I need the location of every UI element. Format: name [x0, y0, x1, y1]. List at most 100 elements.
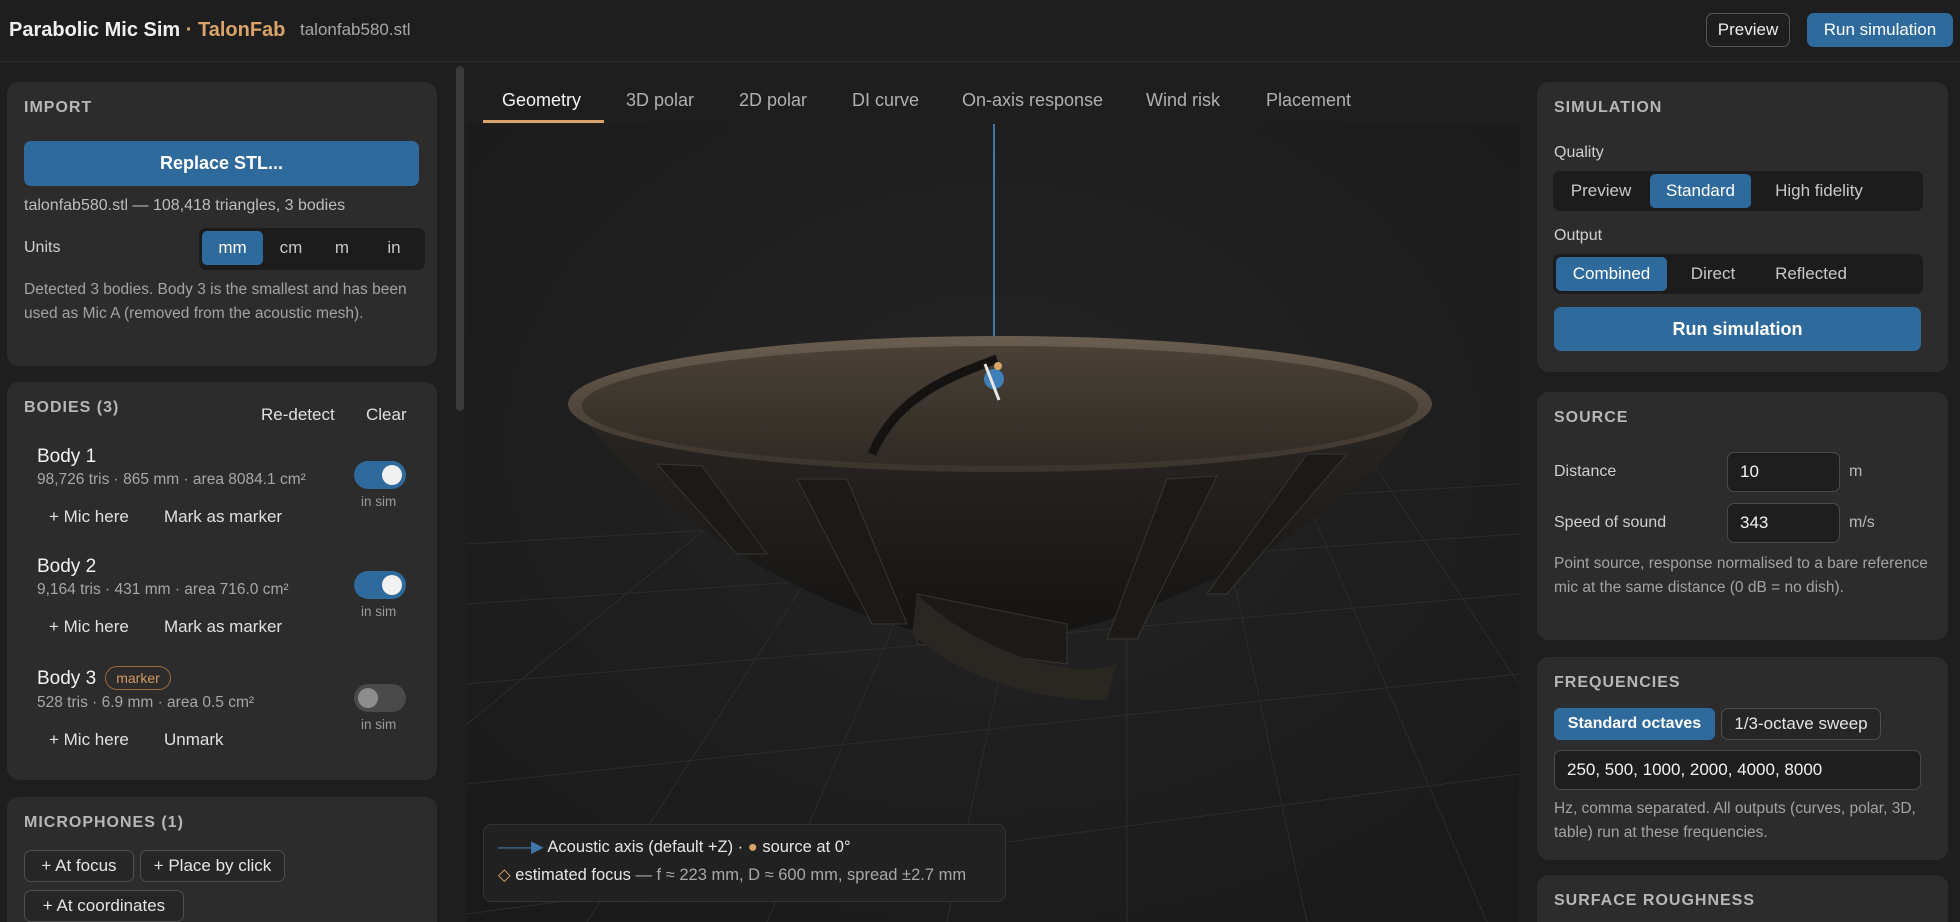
legend-focus-values: — f ≈ 223 mm, D ≈ 600 mm, spread ±2.7 mm [630, 866, 967, 884]
frequencies-title: FREQUENCIES [1554, 674, 1681, 691]
body-2-name: Body 2 [37, 556, 97, 577]
bodies-title: BODIES (3) [24, 399, 120, 416]
clear-button[interactable]: Clear [366, 405, 407, 425]
quality-option-high-fidelity[interactable]: High fidelity [1756, 174, 1882, 208]
toggle-knob [382, 465, 402, 485]
body-3-unmark[interactable]: Unmark [164, 730, 224, 750]
output-label: Output [1554, 227, 1603, 244]
simulation-title: SIMULATION [1554, 99, 1663, 116]
surface-roughness-title: SURFACE ROUGHNESS [1554, 892, 1756, 909]
body-1-mic-here[interactable]: + Mic here [49, 507, 129, 527]
body-3-mic-here[interactable]: + Mic here [49, 730, 129, 750]
axis-arrow-icon: ——▶ [498, 838, 544, 856]
toggle-knob [382, 575, 402, 595]
body-3-in-sim-toggle[interactable] [354, 684, 406, 712]
units-label: Units [24, 239, 61, 256]
company-name: TalonFab [197, 19, 286, 41]
import-title: IMPORT [24, 99, 93, 116]
tab-on-axis-response[interactable]: On-axis response [962, 90, 1103, 111]
frequencies-note: Hz, comma separated. All outputs (curves… [1554, 800, 1916, 841]
body-2-in-sim-label: in sim [361, 604, 397, 619]
quality-selector: Preview Standard High fidelity [1553, 171, 1923, 211]
body-2-in-sim-toggle[interactable] [354, 571, 406, 599]
tab-di-curve[interactable]: DI curve [852, 90, 919, 111]
distance-input[interactable]: 10 [1727, 452, 1840, 492]
quality-option-standard[interactable]: Standard [1650, 174, 1751, 208]
output-option-reflected[interactable]: Reflected [1759, 257, 1863, 291]
redetect-button[interactable]: Re-detect [261, 405, 335, 425]
toggle-knob [358, 688, 378, 708]
top-bar: Parabolic Mic Sim · TalonFab talonfab580… [0, 0, 1960, 62]
body-3-meta: 528 tris · 6.9 mm · area 0.5 cm² [37, 694, 255, 711]
add-mic-at-focus-button[interactable]: + At focus [24, 850, 134, 882]
output-selector: Combined Direct Reflected [1553, 254, 1923, 294]
speed-of-sound-label: Speed of sound [1554, 514, 1667, 531]
tab-2d-polar[interactable]: 2D polar [739, 90, 807, 111]
body-1-name: Body 1 [37, 446, 97, 467]
units-option-m[interactable]: m [317, 231, 367, 265]
source-note: Point source, response normalised to a b… [1554, 555, 1928, 596]
standard-octaves-button[interactable]: Standard octaves [1554, 708, 1715, 740]
frequencies-panel: FREQUENCIES Standard octaves 1/3-octave … [1537, 657, 1948, 860]
body-1-mark-marker[interactable]: Mark as marker [164, 507, 282, 527]
replace-stl-button[interactable]: Replace STL... [24, 141, 419, 186]
tab-placement[interactable]: Placement [1266, 90, 1351, 111]
legend-source-text: source at 0° [762, 838, 851, 856]
legend-focus-label: estimated focus [515, 866, 631, 884]
frequencies-input[interactable]: 250, 500, 1000, 2000, 4000, 8000 [1554, 750, 1921, 790]
import-panel: IMPORT Replace STL... talonfab580.stl — … [7, 82, 437, 366]
viewport-legend: ——▶ Acoustic axis (default +Z) · ● sourc… [483, 824, 1006, 902]
left-scrollbar[interactable] [456, 66, 464, 411]
units-option-cm[interactable]: cm [266, 231, 316, 265]
speed-of-sound-unit: m/s [1849, 514, 1875, 531]
distance-label: Distance [1554, 463, 1617, 480]
run-simulation-top-button[interactable]: Run simulation [1807, 13, 1953, 47]
current-filename: talonfab580.stl [300, 20, 411, 39]
quality-option-preview[interactable]: Preview [1556, 174, 1646, 208]
body-3-in-sim-label: in sim [361, 717, 397, 732]
body-3-name: Body 3 [37, 668, 97, 689]
third-octave-sweep-button[interactable]: 1/3-octave sweep [1721, 708, 1881, 740]
body-1-in-sim-label: in sim [361, 494, 397, 509]
microphones-panel: MICROPHONES (1) + At focus + Place by cl… [7, 797, 437, 922]
surface-roughness-panel: SURFACE ROUGHNESS [1537, 875, 1948, 922]
simulation-panel: SIMULATION Quality Preview Standard High… [1537, 82, 1948, 372]
app-name: Parabolic Mic Sim [9, 19, 181, 41]
app-brand: Parabolic Mic Sim · TalonFab [9, 19, 285, 42]
body-1-in-sim-toggle[interactable] [354, 461, 406, 489]
speed-of-sound-input[interactable]: 343 [1727, 503, 1840, 543]
legend-line-1: ——▶ Acoustic axis (default +Z) · ● sourc… [498, 837, 851, 857]
body-1-meta: 98,726 tris · 865 mm · area 8084.1 cm² [37, 471, 306, 488]
tab-geometry[interactable]: Geometry [502, 90, 581, 111]
body-2-mark-marker[interactable]: Mark as marker [164, 617, 282, 637]
legend-axis-text: Acoustic axis (default +Z) · [547, 838, 748, 856]
brand-separator: · [185, 19, 193, 41]
add-mic-at-coordinates-button[interactable]: + At coordinates [24, 890, 184, 922]
units-option-mm[interactable]: mm [202, 231, 263, 265]
body-2-mic-here[interactable]: + Mic here [49, 617, 129, 637]
marker-badge: marker [105, 666, 171, 690]
file-info: talonfab580.stl — 108,418 triangles, 3 b… [24, 197, 346, 214]
source-panel: SOURCE Distance 10 m Speed of sound 343 … [1537, 392, 1948, 640]
source-marker [994, 362, 1002, 370]
bodies-panel: BODIES (3) Re-detect Clear Body 1 98,726… [7, 382, 437, 780]
run-simulation-button[interactable]: Run simulation [1554, 307, 1921, 351]
microphones-title: MICROPHONES (1) [24, 814, 184, 831]
focus-diamond-icon: ◇ [498, 866, 511, 884]
import-note: Detected 3 bodies. Body 3 is the smalles… [24, 281, 407, 322]
output-option-combined[interactable]: Combined [1556, 257, 1667, 291]
preview-button[interactable]: Preview [1706, 13, 1790, 47]
body-2-meta: 9,164 tris · 431 mm · area 716.0 cm² [37, 581, 289, 598]
active-tab-indicator [483, 120, 604, 123]
geometry-viewport[interactable] [467, 124, 1519, 922]
tab-3d-polar[interactable]: 3D polar [626, 90, 694, 111]
units-option-in[interactable]: in [369, 231, 419, 265]
quality-label: Quality [1554, 144, 1604, 161]
legend-line-2: ◇ estimated focus — f ≈ 223 mm, D ≈ 600 … [498, 865, 966, 885]
source-title: SOURCE [1554, 409, 1629, 426]
units-selector: mm cm m in [199, 228, 425, 270]
place-mic-by-click-button[interactable]: + Place by click [140, 850, 285, 882]
output-option-direct[interactable]: Direct [1673, 257, 1753, 291]
dish-3d-render [467, 124, 1519, 922]
tab-wind-risk[interactable]: Wind risk [1146, 90, 1220, 111]
